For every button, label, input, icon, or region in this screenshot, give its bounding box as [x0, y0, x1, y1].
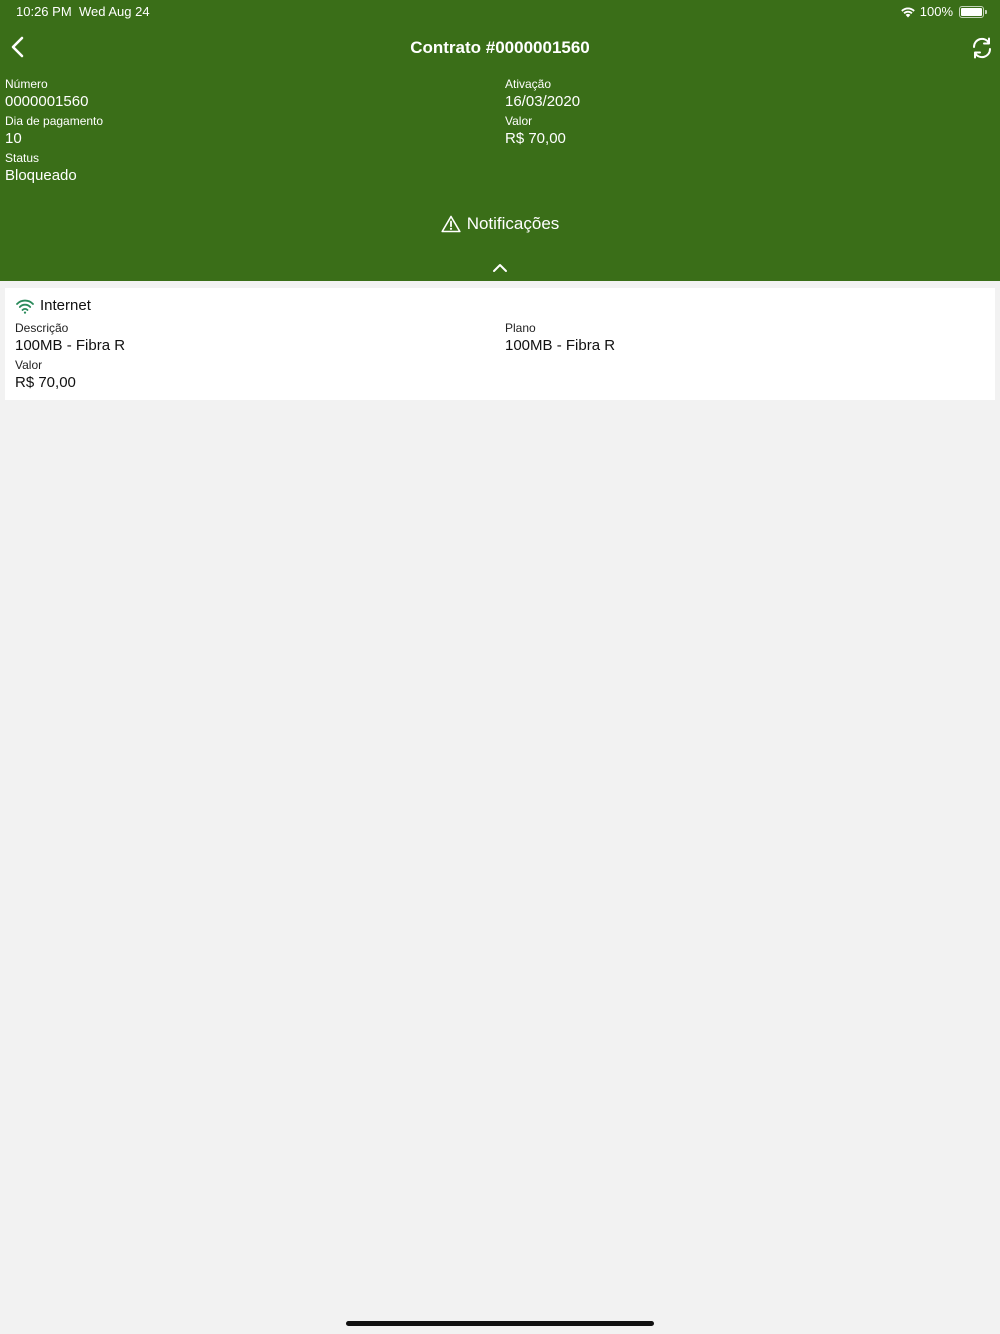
refresh-icon	[972, 37, 992, 59]
numero-label: Número	[5, 77, 48, 91]
chevron-up-icon	[493, 264, 507, 272]
dia-value: 10	[5, 130, 22, 147]
field-plano: Plano 100MB - Fibra R	[505, 321, 615, 355]
page-title: Contrato #0000001560	[410, 38, 590, 57]
refresh-button[interactable]	[968, 34, 996, 62]
descricao-value: 100MB - Fibra R	[15, 337, 126, 354]
contract-header: 10:26 PM Wed Aug 24 100% Contrato #00000…	[0, 0, 1000, 281]
status-bar: 10:26 PM Wed Aug 24 100%	[0, 0, 1000, 24]
battery-icon	[959, 5, 987, 18]
field-descricao: Descrição 100MB - Fibra R	[15, 321, 125, 355]
status-right: 100%	[900, 4, 987, 19]
notifications-label: Notificações	[466, 214, 560, 233]
numero-value: 0000001560	[5, 93, 89, 110]
ativacao-value: 16/03/2020	[505, 93, 581, 110]
status-label: Status	[5, 151, 40, 165]
battery-tip	[985, 9, 987, 14]
valor-value: R$ 70,00	[505, 130, 566, 147]
plano-label: Plano	[505, 321, 536, 335]
field-ativacao: Ativação 16/03/2020	[505, 77, 580, 111]
plano-value: 100MB - Fibra R	[505, 337, 616, 354]
valor-label: Valor	[505, 114, 533, 128]
field-valor: Valor R$ 70,00	[505, 114, 566, 148]
collapse-toggle[interactable]	[488, 260, 512, 276]
field-dia-pagamento: Dia de pagamento 10	[5, 114, 103, 148]
service-title: Internet	[15, 297, 91, 314]
status-time: 10:26 PM	[16, 4, 72, 19]
warning-icon	[441, 215, 461, 233]
home-indicator[interactable]	[346, 1321, 654, 1326]
dia-label: Dia de pagamento	[5, 114, 104, 128]
wifi-icon	[16, 299, 34, 314]
service-valor-value: R$ 70,00	[15, 374, 76, 391]
field-numero: Número 0000001560	[5, 77, 88, 111]
service-valor-label: Valor	[15, 358, 43, 372]
wifi-status-icon	[900, 7, 915, 17]
notifications-button[interactable]: Notificações	[0, 214, 1000, 234]
service-card[interactable]: Internet Descrição 100MB - Fibra R Plano…	[5, 288, 995, 400]
status-date: Wed Aug 24	[79, 4, 150, 19]
battery-fill	[961, 7, 982, 16]
status-value: Bloqueado	[5, 167, 77, 184]
service-title-text: Internet	[40, 297, 91, 314]
field-status: Status Bloqueado	[5, 151, 77, 185]
ativacao-label: Ativação	[505, 77, 552, 91]
field-service-valor: Valor R$ 70,00	[15, 358, 76, 392]
descricao-label: Descrição	[15, 321, 69, 335]
battery-percent: 100%	[919, 4, 953, 19]
